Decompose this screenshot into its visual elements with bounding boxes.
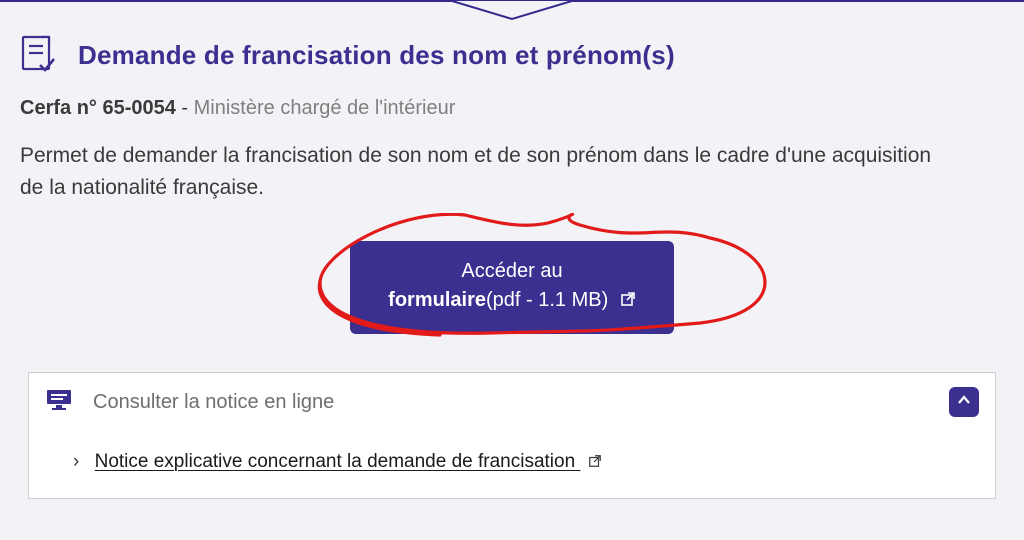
page-title: Demande de francisation des nom et préno… [78, 40, 675, 71]
chevron-up-icon [956, 392, 972, 413]
access-form-button[interactable]: Accéder au formulaire(pdf - 1.1 MB) [350, 241, 674, 334]
button-line2: formulaire(pdf - 1.1 MB) [374, 286, 650, 316]
button-line1: Accéder au [374, 257, 650, 286]
cerfa-number: Cerfa n° 65-0054 [20, 97, 176, 119]
description-text: Permet de demander la francisation de so… [20, 140, 940, 203]
top-notch [452, 0, 572, 23]
external-link-icon [588, 452, 602, 473]
notice-link[interactable]: Notice explicative concernant la demande… [95, 451, 603, 472]
button-meta: (pdf - 1.1 MB) [486, 289, 608, 311]
notice-card: Consulter la notice en ligne › Notice ex… [28, 372, 996, 499]
main-card: Demande de francisation des nom et préno… [20, 35, 1004, 343]
document-check-icon [20, 35, 56, 75]
title-row: Demande de francisation des nom et préno… [20, 35, 1004, 75]
button-area: Accéder au formulaire(pdf - 1.1 MB) [20, 213, 1004, 343]
cerfa-line: Cerfa n° 65-0054 - Ministère chargé de l… [20, 97, 1004, 120]
screen-icon [45, 388, 73, 417]
cerfa-source: Ministère chargé de l'intérieur [194, 97, 456, 119]
notice-body: › Notice explicative concernant la deman… [29, 427, 995, 498]
button-bold: formulaire [388, 289, 486, 311]
notice-header-left: Consulter la notice en ligne [45, 388, 334, 417]
top-border [0, 0, 1024, 2]
notice-title: Consulter la notice en ligne [93, 391, 334, 414]
notice-header[interactable]: Consulter la notice en ligne [29, 373, 995, 427]
cerfa-separator: - [176, 97, 194, 119]
collapse-button[interactable] [949, 387, 979, 417]
chevron-right-icon: › [73, 451, 79, 472]
external-link-icon [620, 287, 636, 316]
notice-link-text: Notice explicative concernant la demande… [95, 451, 581, 472]
